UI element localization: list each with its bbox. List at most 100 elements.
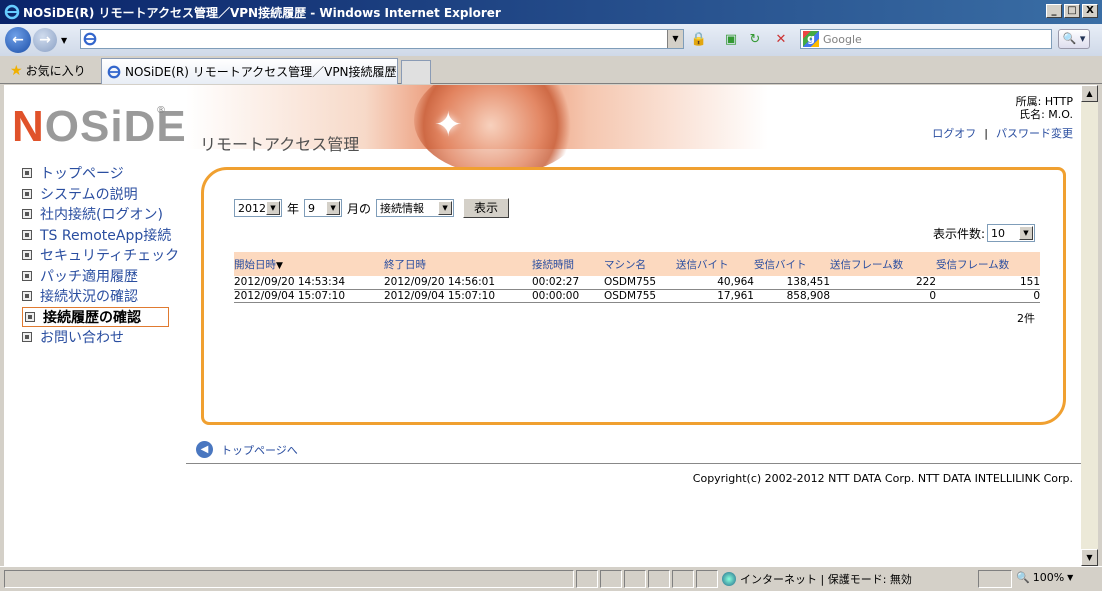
sidebar-item-internal-connection[interactable]: 社内接続(ログオン) (22, 204, 182, 225)
cell: 222 (830, 276, 936, 290)
col-header-start-time[interactable]: 開始日時▼ (234, 252, 384, 276)
affiliation-text: 所属: HTTP (1015, 95, 1073, 108)
month-select[interactable]: 9 ▼ (304, 199, 343, 217)
per-page-select[interactable]: 10 ▼ (987, 224, 1035, 242)
zoom-icon: 🔍 (1016, 571, 1030, 584)
address-dropdown-icon[interactable]: ▼ (667, 30, 683, 48)
col-header-duration[interactable]: 接続時間 (532, 252, 604, 276)
scroll-up-icon[interactable]: ▲ (1081, 85, 1098, 102)
sidebar-item-system-description[interactable]: システムの説明 (22, 184, 182, 205)
stop-icon[interactable]: ✕ (772, 30, 790, 48)
favorites-label: お気に入り (25, 64, 86, 78)
zoom-control[interactable]: 🔍 100% ▼ (1016, 571, 1073, 584)
forward-button[interactable]: → (33, 28, 57, 52)
compatibility-icon[interactable]: ▣ (722, 30, 740, 48)
zone-text: インターネット | 保護モード: 無効 (740, 573, 912, 586)
search-input[interactable]: g Google (800, 29, 1052, 49)
sidebar-item-ts-remoteapp[interactable]: TS RemoteApp接続 (22, 225, 182, 246)
col-header-sent-frames[interactable]: 送信フレーム数 (830, 252, 936, 276)
window-title: NOSiDE(R) リモートアクセス管理／VPN接続履歴 - Windows I… (23, 5, 501, 20)
chevron-down-icon: ▼ (1067, 573, 1074, 582)
bullet-icon (22, 332, 32, 343)
type-select[interactable]: 接続情報 ▼ (376, 199, 455, 217)
maximize-button[interactable]: □ (1064, 4, 1080, 18)
history-dropdown-icon[interactable]: ▼ (61, 36, 67, 45)
internet-zone-icon (722, 572, 736, 586)
bullet-icon (22, 209, 32, 220)
page-content: ✦ NOSiDE ® リモートアクセス管理 所属: HTTP 氏名: M.O. … (4, 85, 1081, 566)
tab-bar: ★ お気に入り NOSiDE(R) リモートアクセス管理／VPN接続履歴 (0, 56, 1102, 84)
logoff-link[interactable]: ログオフ (932, 127, 976, 140)
user-name-text: 氏名: M.O. (1019, 108, 1073, 121)
refresh-icon[interactable]: ↻ (746, 30, 764, 48)
cell: 138,451 (754, 276, 830, 290)
page-icon (107, 65, 121, 78)
search-button[interactable]: 🔍 ▾ (1058, 29, 1090, 49)
back-to-top-link[interactable]: ◀ トップページへ (196, 441, 298, 458)
sidebar-item-patch-history[interactable]: パッチ適用履歴 (22, 266, 182, 287)
address-bar[interactable]: ▼ (80, 29, 684, 49)
user-info: 所属: HTTP 氏名: M.O. (1016, 95, 1073, 121)
chevron-down-icon: ▼ (326, 201, 341, 215)
col-header-received-bytes[interactable]: 受信バイト (754, 252, 830, 276)
status-cell (576, 570, 598, 588)
title-bar: NOSiDE(R) リモートアクセス管理／VPN接続履歴 - Windows I… (0, 0, 1102, 24)
back-to-top-label: トップページへ (221, 443, 298, 457)
search-placeholder: Google (823, 32, 862, 46)
bullet-icon (22, 291, 32, 302)
chevron-down-icon: ▼ (266, 201, 280, 215)
sidebar-item-connection-history[interactable]: 接続履歴の確認 (22, 306, 169, 327)
status-cell (978, 570, 1012, 588)
cell: 151 (936, 276, 1040, 290)
scroll-down-icon[interactable]: ▼ (1081, 549, 1098, 566)
per-page-label: 表示件数: (932, 226, 985, 241)
col-header-machine[interactable]: マシン名 (604, 252, 676, 276)
minimize-button[interactable]: _ (1046, 4, 1062, 18)
cell: 00:00:00 (532, 289, 604, 303)
tab-active[interactable]: NOSiDE(R) リモートアクセス管理／VPN接続履歴 (101, 58, 398, 84)
zoom-level: 100% (1032, 571, 1065, 584)
status-cell (600, 570, 622, 588)
per-page-control: 表示件数: 10 ▼ (933, 224, 1035, 242)
new-tab-button[interactable] (401, 60, 431, 84)
page-subtitle: リモートアクセス管理 (200, 135, 360, 154)
filter-form: 2012 ▼ 年 9 ▼ 月の 接続情報 ▼ 表示 (234, 198, 510, 218)
ie-logo-icon (4, 4, 20, 20)
vertical-scrollbar[interactable]: ▲ ▼ (1081, 85, 1098, 566)
sidebar-item-top[interactable]: トップページ (22, 163, 182, 184)
sidebar-item-contact[interactable]: お問い合わせ (22, 327, 182, 348)
cell: 2012/09/04 15:07:10 (384, 289, 532, 303)
sidebar-item-security-check[interactable]: セキュリティチェック (22, 245, 182, 266)
col-header-end-time[interactable]: 終了日時 (384, 252, 532, 276)
ie-window: NOSiDE(R) リモートアクセス管理／VPN接続履歴 - Windows I… (0, 0, 1102, 591)
bullet-icon (22, 188, 32, 199)
col-header-received-frames[interactable]: 受信フレーム数 (936, 252, 1040, 276)
cell: 0 (830, 289, 936, 303)
registered-mark: ® (156, 105, 166, 116)
cell: 2012/09/20 14:53:34 (234, 276, 384, 290)
show-button[interactable]: 表示 (463, 198, 510, 218)
year-select[interactable]: 2012 ▼ (234, 199, 282, 217)
tab-label: NOSiDE(R) リモートアクセス管理／VPN接続履歴 (125, 65, 397, 79)
bullet-icon (22, 250, 32, 261)
footer-divider (186, 463, 1081, 464)
back-button[interactable]: ← (5, 27, 31, 53)
lock-icon[interactable]: 🔒 (690, 30, 708, 48)
cell: 2012/09/04 15:07:10 (234, 289, 384, 303)
sidebar-item-connection-status[interactable]: 接続状況の確認 (22, 286, 182, 307)
col-header-sent-bytes[interactable]: 送信バイト (676, 252, 754, 276)
favorites-button[interactable]: ★ お気に入り (10, 62, 86, 79)
result-count: 2件 (1017, 312, 1035, 325)
close-button[interactable]: X (1082, 4, 1098, 18)
security-zone[interactable]: インターネット | 保護モード: 無効 (722, 570, 912, 588)
navigation-bar: ← → ▼ ▼ 🔒 ▣ ↻ ✕ g Google 🔍 ▾ (0, 24, 1102, 56)
bullet-icon (22, 168, 32, 179)
sort-desc-icon: ▼ (276, 260, 283, 271)
password-change-link[interactable]: パスワード変更 (996, 127, 1073, 140)
history-panel: 2012 ▼ 年 9 ▼ 月の 接続情報 ▼ 表示 表示件数: 10 ▼ 開始日時▼ 終… (201, 167, 1066, 425)
year-label: 年 (287, 201, 300, 216)
sparkle-graphic: ✦ (434, 105, 463, 145)
status-cell (672, 570, 694, 588)
chevron-down-icon: ▼ (1019, 226, 1033, 240)
status-cell (648, 570, 670, 588)
